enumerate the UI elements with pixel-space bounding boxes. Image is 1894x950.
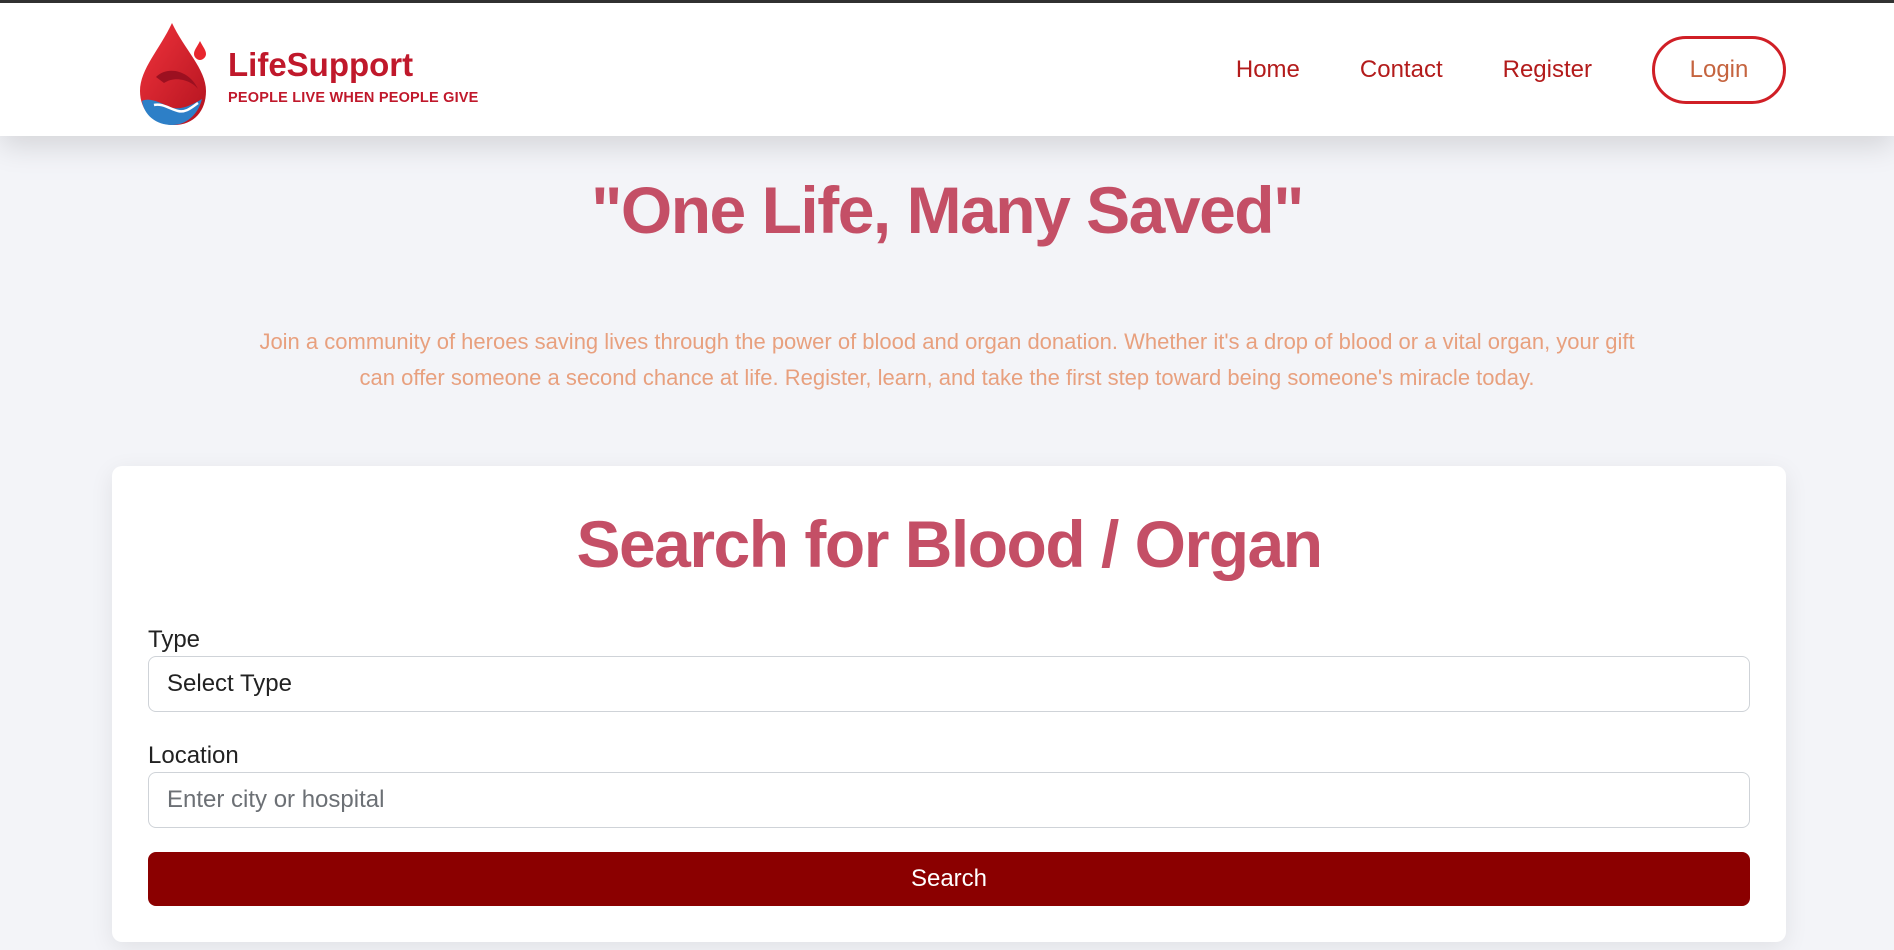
nav-contact-link[interactable]: Contact (1360, 56, 1443, 84)
brand[interactable]: LifeSupport PEOPLE LIVE WHEN PEOPLE GIVE (136, 19, 479, 129)
location-label: Location (148, 742, 239, 769)
brand-name: LifeSupport (228, 46, 414, 83)
type-select[interactable]: Select Type (148, 656, 1750, 712)
search-title: Search for Blood / Organ (576, 507, 1323, 581)
type-select-value: Select Type (167, 670, 292, 697)
login-button[interactable]: Login (1652, 36, 1786, 104)
blood-drop-hands-icon (140, 23, 206, 125)
hero-title: "One Life, Many Saved" (591, 173, 1304, 247)
type-label: Type (148, 626, 201, 653)
hero-description: Join a community of heroes saving lives … (259, 329, 1635, 390)
main-nav: Home Contact Register Login (1236, 36, 1786, 104)
search-card: Search for Blood / Organ Type Select Typ… (112, 466, 1786, 942)
navbar: LifeSupport PEOPLE LIVE WHEN PEOPLE GIVE… (0, 3, 1894, 136)
brand-tagline: PEOPLE LIVE WHEN PEOPLE GIVE (228, 90, 479, 106)
nav-register-link[interactable]: Register (1503, 56, 1592, 84)
search-button[interactable]: Search (148, 852, 1750, 906)
nav-home-link[interactable]: Home (1236, 56, 1300, 84)
location-input[interactable] (148, 772, 1750, 828)
